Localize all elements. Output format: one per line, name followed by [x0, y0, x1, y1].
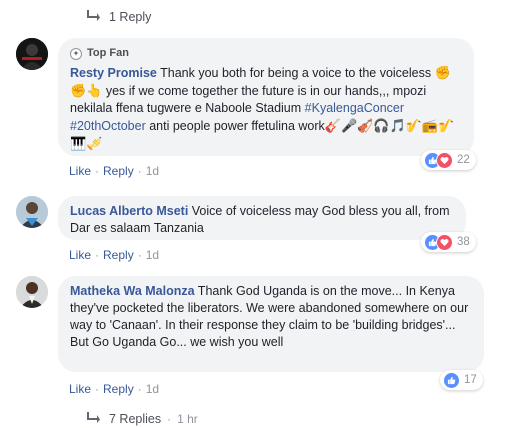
reaction-count: 17: [464, 374, 477, 386]
comment-timestamp[interactable]: 1d: [146, 164, 159, 178]
reaction-count: 38: [457, 236, 470, 248]
comment-actions: Like · Reply · 1d: [69, 248, 160, 262]
view-replies-link[interactable]: 1 Reply: [87, 8, 151, 26]
reply-timestamp: 1 hr: [177, 412, 198, 426]
comment-actions: Like · Reply · 1d: [69, 382, 160, 396]
reaction-count: 22: [457, 154, 470, 166]
comment-timestamp[interactable]: 1d: [146, 248, 159, 262]
top-fan-icon: ✦: [70, 47, 82, 60]
separator-dot: ·: [167, 412, 172, 426]
reply-button[interactable]: Reply: [103, 382, 134, 396]
reaction-summary[interactable]: 17: [440, 370, 483, 390]
comment-text: Thank you both for being a voice to the …: [156, 66, 435, 80]
comment-bubble: Lucas Alberto Mseti Voice of voiceless m…: [58, 196, 466, 240]
avatar[interactable]: [16, 38, 48, 70]
reply-arrow-icon: [87, 10, 103, 24]
hashtag-link[interactable]: #KyalengaConcer: [305, 101, 404, 115]
view-replies-label[interactable]: 1 Reply: [109, 10, 151, 24]
comment-bubble: ✦ Top Fan Resty Promise Thank you both f…: [58, 38, 474, 156]
comment-text: anti people power ffetulina work: [145, 119, 325, 133]
like-reaction-icon: [443, 371, 460, 389]
reply-button[interactable]: Reply: [103, 248, 134, 262]
reply-arrow-icon: [87, 412, 103, 426]
avatar[interactable]: [16, 196, 48, 228]
comment-timestamp[interactable]: 1d: [146, 382, 159, 396]
avatar[interactable]: [16, 276, 48, 308]
hashtag-link[interactable]: #20thOctober: [70, 119, 146, 133]
comment-author[interactable]: Lucas Alberto Mseti: [70, 204, 188, 218]
view-replies-label[interactable]: 7 Replies: [109, 412, 161, 426]
reply-button[interactable]: Reply: [103, 164, 134, 178]
like-button[interactable]: Like: [69, 164, 91, 178]
comment-author[interactable]: Resty Promise: [70, 66, 157, 80]
comment-actions: Like · Reply · 1d: [69, 164, 160, 178]
reaction-summary[interactable]: 22: [421, 150, 476, 170]
top-fan-badge: ✦ Top Fan: [70, 45, 462, 62]
comment-author[interactable]: Matheka Wa Malonza: [70, 284, 195, 298]
like-button[interactable]: Like: [69, 248, 91, 262]
view-replies-link[interactable]: 7 Replies · 1 hr: [87, 410, 198, 428]
reaction-summary[interactable]: 38: [421, 232, 476, 252]
comment-bubble: Matheka Wa Malonza Thank God Uganda is o…: [58, 276, 484, 372]
love-reaction-icon: [436, 151, 453, 169]
like-button[interactable]: Like: [69, 382, 91, 396]
love-reaction-icon: [436, 233, 453, 251]
